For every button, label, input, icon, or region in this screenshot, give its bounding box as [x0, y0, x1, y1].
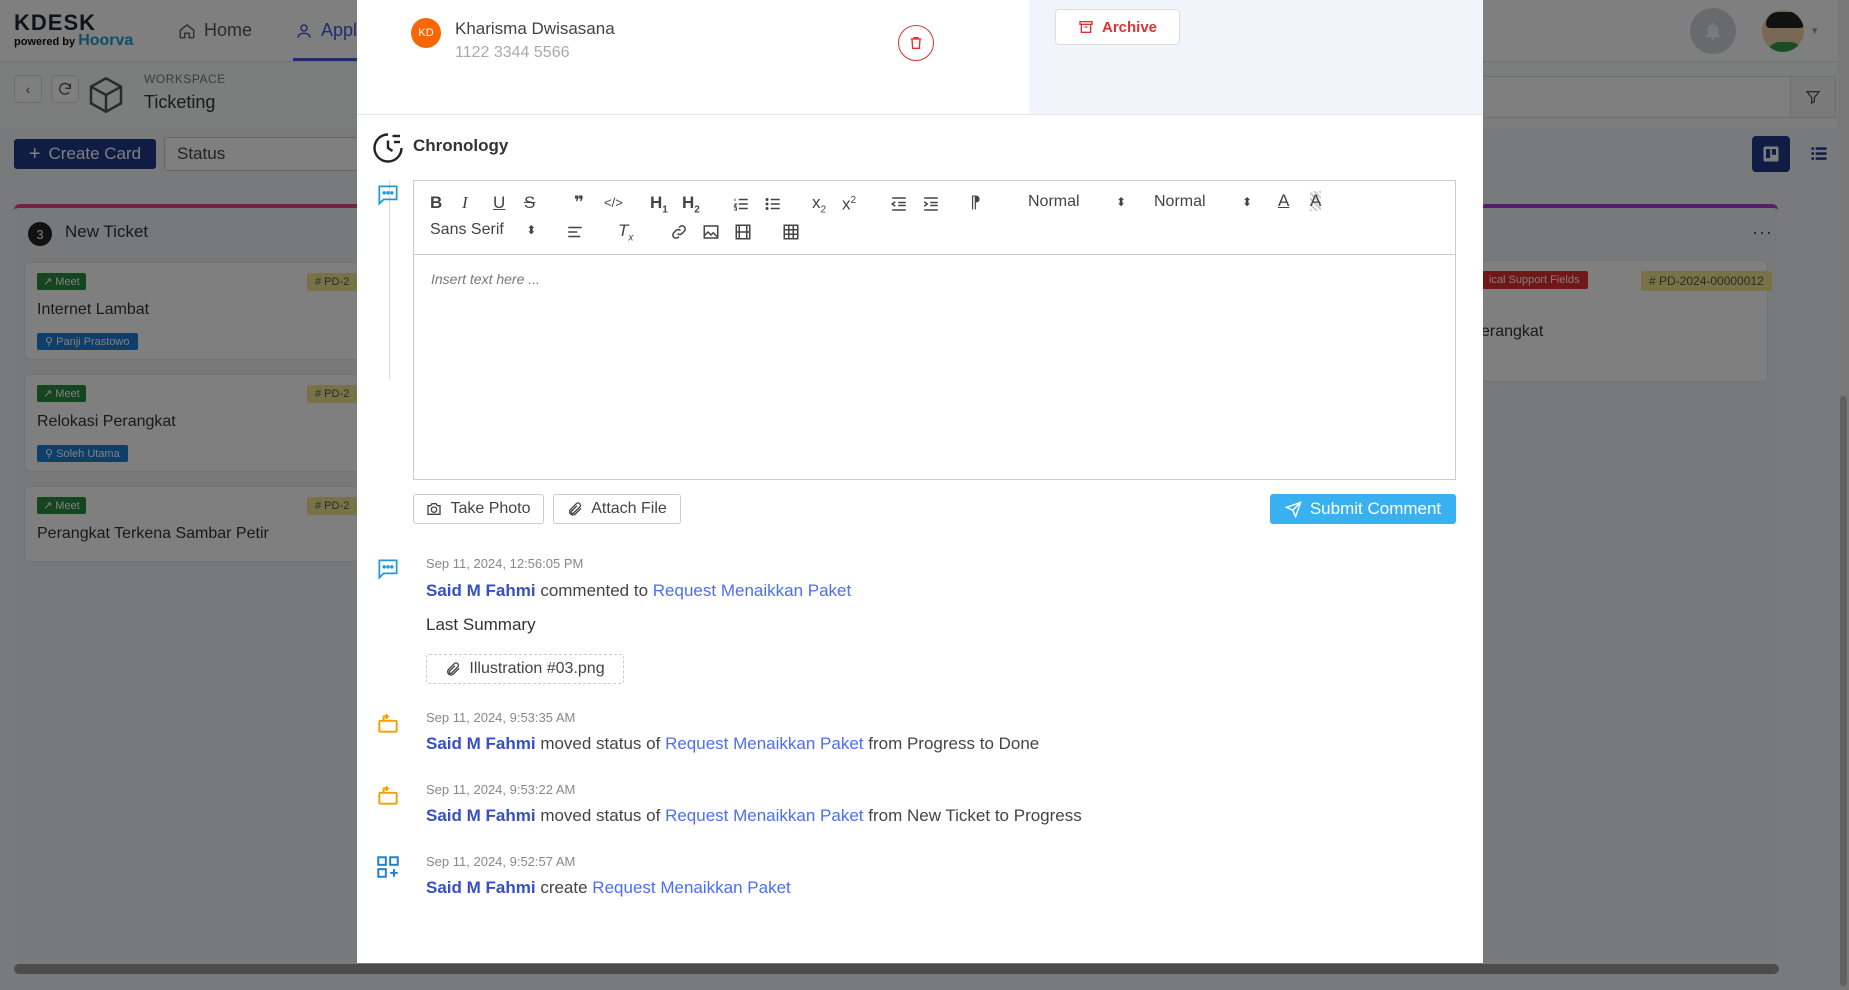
image-icon[interactable] — [702, 223, 720, 241]
heading1-button[interactable]: H1 — [650, 193, 668, 220]
ordered-list-icon[interactable] — [732, 195, 750, 213]
submit-comment-label: Submit Comment — [1309, 499, 1442, 518]
comment-editor: B I U S ❞ </> H1 H2 x2 x2 ⁋ Normal ⬍ Nor… — [413, 180, 1456, 480]
activity-verb: moved status of — [540, 734, 661, 753]
ticket-detail-modal: KD Kharisma Dwisasana 1122 3344 5566 Arc… — [357, 0, 1483, 963]
contact-phone: 1122 3344 5566 — [455, 44, 570, 61]
italic-button[interactable]: I — [462, 193, 468, 213]
chat-icon — [378, 559, 398, 580]
bullet-list-icon[interactable] — [764, 195, 782, 213]
heading2-button[interactable]: H2 — [682, 193, 700, 220]
attach-file-button[interactable]: Attach File — [553, 494, 681, 524]
size-select[interactable]: Normal ⬍ — [1154, 193, 1252, 211]
superscript-button[interactable]: x2 — [842, 191, 856, 215]
activity-line: Said M Fahmi moved status of Request Men… — [426, 734, 1039, 754]
background-color-button[interactable]: A — [1310, 191, 1322, 211]
text-direction-button[interactable]: ⁋ — [970, 193, 981, 213]
take-photo-button[interactable]: Take Photo — [413, 494, 544, 524]
select-arrows-icon: ⬍ — [1116, 195, 1127, 209]
trash-icon — [910, 37, 922, 49]
font-select[interactable]: Sans Serif ⬍ — [430, 221, 536, 239]
blockquote-button[interactable]: ❞ — [574, 193, 584, 213]
clear-format-button[interactable]: Tx — [618, 221, 633, 248]
subscript-button[interactable]: x2 — [812, 193, 826, 220]
chat-icon — [378, 185, 398, 206]
activity-timestamp: Sep 11, 2024, 9:53:22 AM — [426, 782, 576, 797]
text-color-button[interactable]: A — [1278, 191, 1289, 211]
send-icon — [1284, 500, 1302, 518]
attach-file-label: Attach File — [591, 500, 667, 517]
activity-verb: moved status of — [540, 806, 661, 825]
activity-timestamp: Sep 11, 2024, 9:52:57 AM — [426, 854, 576, 869]
attachment-name: Illustration #03.png — [469, 660, 605, 677]
activity-user[interactable]: Said M Fahmi — [426, 806, 536, 825]
contact-name: Kharisma Dwisasana — [455, 19, 615, 38]
activity-target-link[interactable]: Request Menaikkan Paket — [665, 734, 863, 753]
activity-timestamp: Sep 11, 2024, 12:56:05 PM — [426, 556, 584, 571]
strikethrough-button[interactable]: S — [524, 193, 535, 213]
activity-user[interactable]: Said M Fahmi — [426, 878, 536, 897]
activity-verb: commented to — [540, 581, 649, 600]
attachment-chip[interactable]: Illustration #03.png — [426, 654, 624, 684]
bold-button[interactable]: B — [430, 193, 442, 213]
archive-button[interactable]: Archive — [1055, 9, 1180, 45]
chronology-title: Chronology — [413, 136, 509, 155]
editor-input[interactable]: Insert text here ... — [431, 271, 540, 287]
submit-comment-button[interactable]: Submit Comment — [1270, 494, 1456, 524]
activity-user[interactable]: Said M Fahmi — [426, 581, 536, 600]
align-left-icon[interactable] — [566, 223, 584, 241]
activity-line: Said M Fahmi commented to Request Menaik… — [426, 581, 851, 601]
archive-icon — [1079, 21, 1093, 33]
activity-verb: create — [540, 878, 588, 897]
video-icon[interactable] — [734, 223, 752, 241]
table-icon[interactable] — [782, 223, 800, 241]
archive-label: Archive — [1101, 18, 1158, 36]
contact-avatar: KD — [411, 18, 441, 48]
activity-target-link[interactable]: Request Menaikkan Paket — [653, 581, 851, 600]
camera-icon — [427, 503, 442, 515]
activity-detail: from New Ticket to Progress — [868, 806, 1082, 825]
activity-detail: from Progress to Done — [868, 734, 1040, 753]
take-photo-label: Take Photo — [450, 500, 531, 517]
history-icon — [373, 133, 403, 163]
link-icon[interactable] — [670, 223, 688, 241]
activity-target-link[interactable]: Request Menaikkan Paket — [592, 878, 790, 897]
editor-toolbar: B I U S ❞ </> H1 H2 x2 x2 ⁋ Normal ⬍ Nor… — [414, 181, 1455, 255]
timeline-line — [389, 180, 390, 380]
comment-body: Last Summary — [426, 615, 536, 634]
select-arrows-icon: ⬍ — [526, 223, 537, 237]
activity-line: Said M Fahmi moved status of Request Men… — [426, 806, 1082, 826]
activity-user[interactable]: Said M Fahmi — [426, 734, 536, 753]
paperclip-icon — [447, 662, 460, 676]
activity-timestamp: Sep 11, 2024, 9:53:35 AM — [426, 710, 576, 725]
delete-contact-button[interactable] — [898, 25, 934, 61]
activity-target-link[interactable]: Request Menaikkan Paket — [665, 806, 863, 825]
create-icon — [377, 856, 399, 878]
indent-icon[interactable] — [922, 195, 940, 213]
divider — [357, 114, 1483, 115]
header-select[interactable]: Normal ⬍ — [1028, 193, 1126, 211]
select-arrows-icon: ⬍ — [1242, 195, 1253, 209]
code-block-button[interactable]: </> — [604, 193, 623, 213]
status-change-icon — [378, 785, 398, 805]
outdent-icon[interactable] — [890, 195, 908, 213]
paperclip-icon — [569, 502, 582, 516]
status-change-icon — [378, 713, 398, 733]
underline-button[interactable]: U — [493, 193, 505, 213]
activity-line: Said M Fahmi create Request Menaikkan Pa… — [426, 878, 791, 898]
